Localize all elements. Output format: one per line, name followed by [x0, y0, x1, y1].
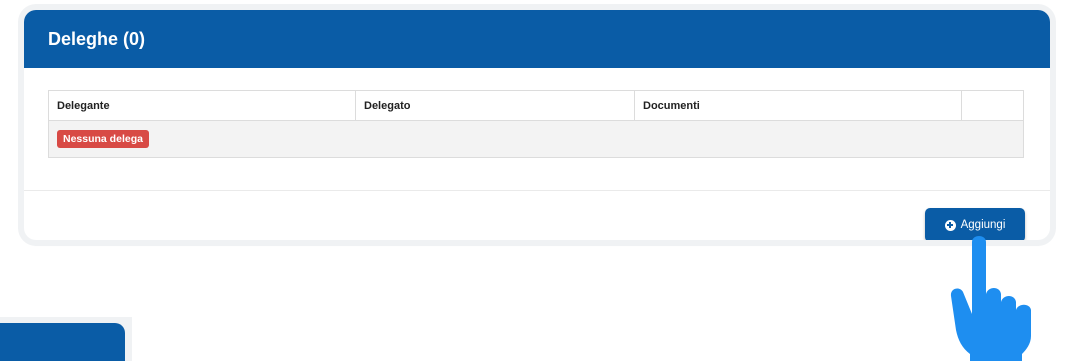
- table-header-row: Delegante Delegato Documenti: [48, 90, 1024, 121]
- pointing-hand-icon: [950, 236, 1031, 361]
- column-header-documenti: Documenti: [634, 90, 962, 121]
- delegations-panel: Deleghe (0) Delegante Delegato Documenti…: [24, 10, 1050, 240]
- delegations-table: Delegante Delegato Documenti Nessuna del…: [48, 90, 1024, 158]
- panel-header: Deleghe (0): [24, 10, 1050, 68]
- plus-circle-icon: [944, 219, 956, 231]
- column-header-delegante: Delegante: [48, 90, 356, 121]
- column-header-actions: [961, 90, 1024, 121]
- panel-body: Delegante Delegato Documenti Nessuna del…: [24, 68, 1050, 191]
- add-button-label: Aggiungi: [960, 219, 1006, 231]
- empty-cell: Nessuna delega: [48, 120, 1024, 158]
- table-row: Nessuna delega: [48, 120, 1024, 158]
- panel-title: Deleghe (0): [48, 28, 146, 49]
- empty-state-badge: Nessuna delega: [57, 130, 149, 148]
- panel-footer: Aggiungi: [24, 191, 1050, 240]
- column-header-delegato: Delegato: [355, 90, 635, 121]
- next-panel-header: [0, 323, 125, 361]
